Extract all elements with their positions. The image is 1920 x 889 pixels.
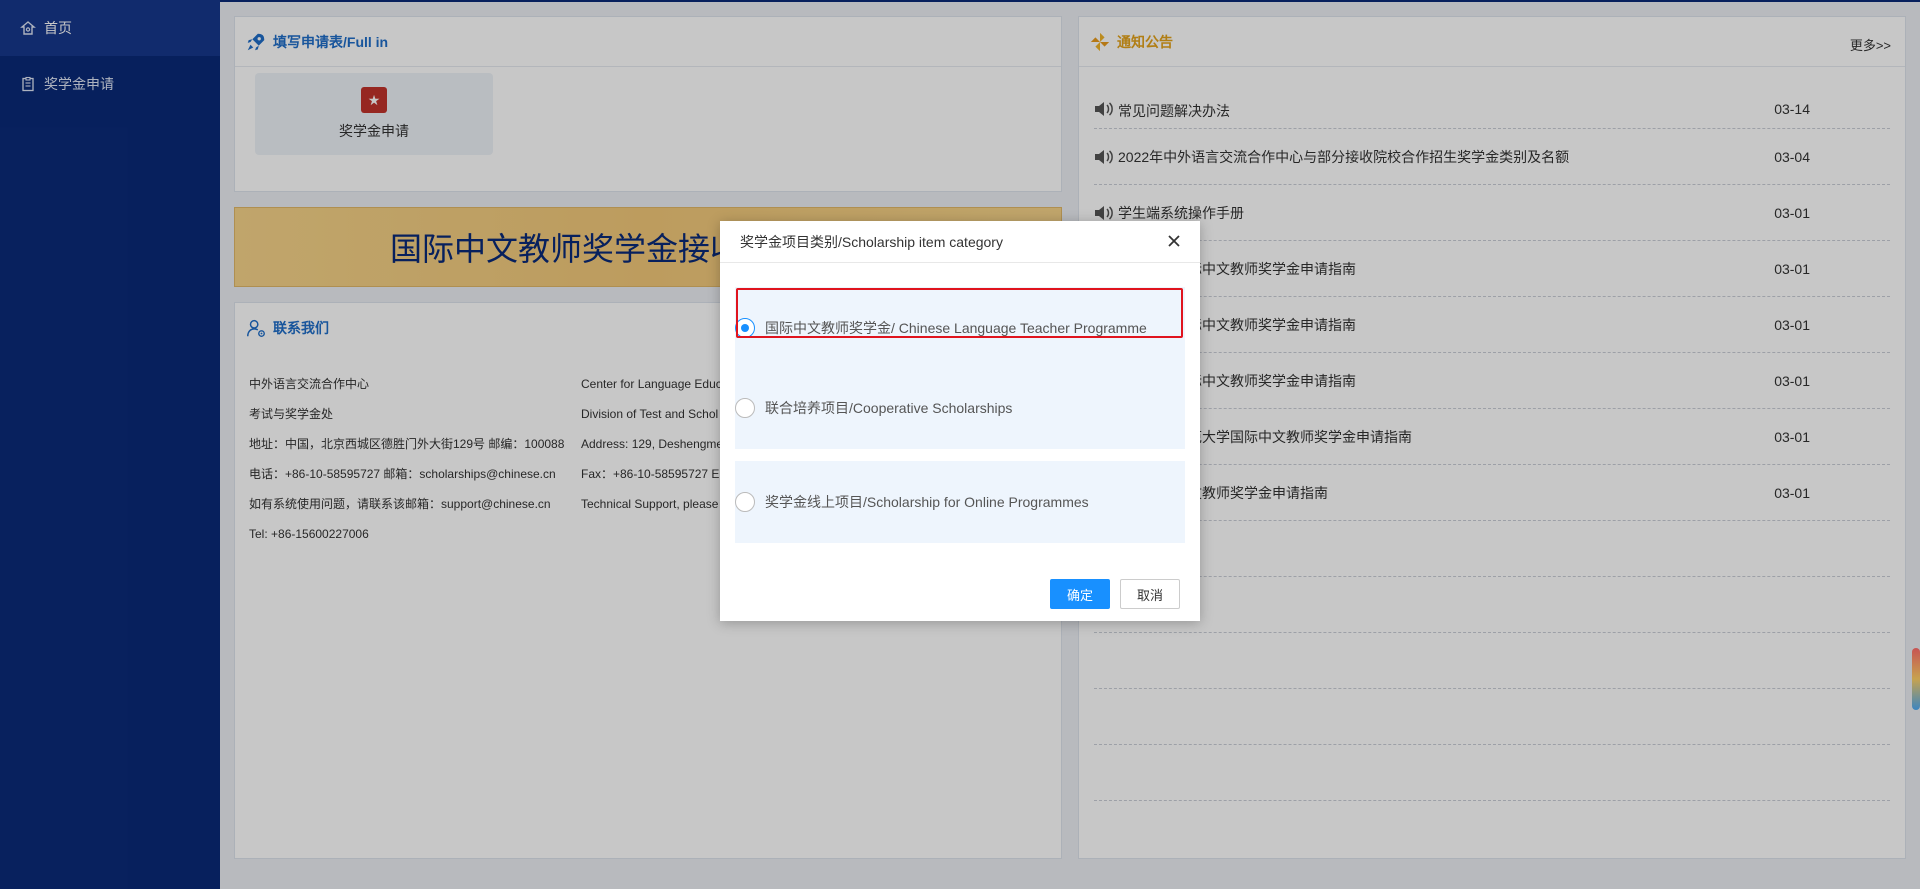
dialog-header: 奖学金项目类别/Scholarship item category — [720, 221, 1200, 263]
option-cooperative[interactable]: 联合培养项目/Cooperative Scholarships — [735, 367, 1185, 449]
dialog-buttons: 确定 取消 — [1049, 579, 1180, 609]
option-online[interactable]: 奖学金线上项目/Scholarship for Online Programme… — [735, 461, 1185, 543]
scholarship-category-dialog: 奖学金项目类别/Scholarship item category 国际中文教师… — [720, 221, 1200, 621]
radio-button[interactable] — [735, 398, 755, 418]
radio-button[interactable] — [735, 492, 755, 512]
option-chinese-teacher[interactable]: 国际中文教师奖学金/ Chinese Language Teacher Prog… — [735, 287, 1185, 369]
option-label: 奖学金线上项目/Scholarship for Online Programme… — [765, 494, 1089, 510]
confirm-button[interactable]: 确定 — [1049, 579, 1110, 609]
option-label: 联合培养项目/Cooperative Scholarships — [765, 400, 1013, 416]
dialog-title: 奖学金项目类别/Scholarship item category — [740, 233, 1003, 250]
radio-button[interactable] — [735, 318, 755, 338]
cancel-button[interactable]: 取消 — [1119, 579, 1180, 609]
close-icon[interactable] — [1164, 231, 1184, 251]
option-label: 国际中文教师奖学金/ Chinese Language Teacher Prog… — [765, 320, 1147, 336]
